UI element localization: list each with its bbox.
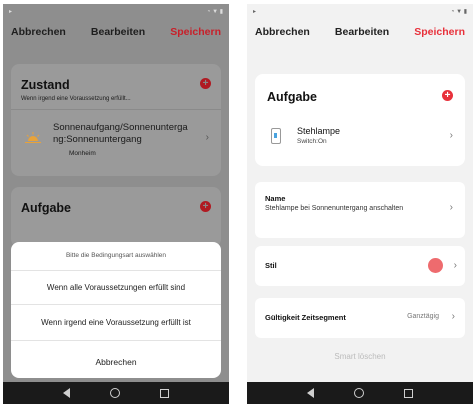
recent-apps-icon[interactable] bbox=[160, 388, 169, 398]
cancel-button[interactable]: Abbrechen bbox=[11, 26, 66, 38]
divider bbox=[11, 304, 221, 305]
divider bbox=[11, 109, 221, 110]
condition-text-line2[interactable]: ng:Sonnenuntergang bbox=[53, 134, 142, 145]
add-task-button[interactable]: + bbox=[442, 90, 453, 101]
chevron-right-icon[interactable]: › bbox=[450, 130, 453, 141]
status-bar: ▸ ◔ ▼ ▮ bbox=[3, 4, 229, 18]
status-icons: ◔ ▼ ▮ bbox=[450, 8, 467, 15]
delete-smart-button[interactable]: Smart löschen bbox=[247, 352, 473, 361]
task-card: Aufgabe + Stehlampe Switch:On › bbox=[255, 74, 465, 166]
chevron-right-icon[interactable]: › bbox=[454, 260, 457, 271]
sheet-title: Bitte die Bedingungsart auswählen bbox=[65, 252, 167, 259]
condition-title: Zustand bbox=[21, 78, 70, 92]
condition-type-sheet: Bitte die Bedingungsart auswählen Wenn a… bbox=[11, 242, 221, 378]
back-icon[interactable] bbox=[63, 388, 70, 398]
home-icon[interactable] bbox=[354, 388, 364, 398]
page-title: Bearbeiten bbox=[334, 26, 390, 38]
condition-text-line1[interactable]: Sonnenaufgang/Sonnenunterga bbox=[53, 122, 188, 133]
system-nav-bar bbox=[247, 382, 473, 404]
condition-type-selector[interactable]: Wenn irgend eine Voraussetzung erfüllt..… bbox=[21, 96, 131, 102]
task-title: Aufgabe bbox=[267, 90, 317, 104]
style-color-swatch[interactable] bbox=[428, 258, 443, 273]
style-row[interactable]: Stil › bbox=[255, 246, 465, 286]
name-label: Name bbox=[265, 194, 286, 203]
top-bar: Abbrechen Bearbeiten Speichern bbox=[247, 18, 473, 46]
top-bar: Abbrechen Bearbeiten Speichern bbox=[3, 18, 229, 46]
left-phone-screen: ▸ ◔ ▼ ▮ Abbrechen Bearbeiten Speichern Z… bbox=[3, 4, 229, 404]
name-value: Stehlampe bei Sonnenuntergang anschalten bbox=[265, 205, 404, 212]
recent-apps-icon[interactable] bbox=[404, 388, 413, 398]
option-any-condition[interactable]: Wenn irgend eine Voraussetzung erfüllt i… bbox=[11, 318, 221, 327]
task-card: Aufgabe + bbox=[11, 187, 221, 247]
lamp-icon bbox=[271, 128, 281, 144]
device-status: Switch:On bbox=[297, 138, 327, 145]
name-row[interactable]: Name Stehlampe bei Sonnenuntergang ansch… bbox=[255, 182, 465, 238]
divider bbox=[11, 340, 221, 341]
chevron-right-icon[interactable]: › bbox=[452, 311, 455, 322]
system-nav-bar bbox=[3, 382, 229, 404]
save-button[interactable]: Speichern bbox=[414, 26, 465, 38]
add-condition-button[interactable]: + bbox=[200, 78, 211, 89]
sunset-icon bbox=[25, 132, 41, 143]
divider bbox=[11, 270, 221, 271]
chevron-right-icon[interactable]: › bbox=[206, 132, 209, 143]
validity-row[interactable]: Gültigkeit Zeitsegment Ganztägig › bbox=[255, 298, 465, 338]
page-title: Bearbeiten bbox=[90, 26, 146, 38]
chevron-right-icon[interactable]: › bbox=[450, 202, 453, 213]
cancel-button[interactable]: Abbrechen bbox=[255, 26, 310, 38]
right-phone-screen: ▸ ◔ ▼ ▮ Abbrechen Bearbeiten Speichern A… bbox=[247, 4, 473, 404]
condition-card: Zustand + Wenn irgend eine Voraussetzung… bbox=[11, 64, 221, 176]
condition-location: Monheim bbox=[69, 150, 96, 157]
status-icons: ◔ ▼ ▮ bbox=[206, 8, 223, 15]
back-icon[interactable] bbox=[307, 388, 314, 398]
notification-icon: ▸ bbox=[253, 8, 257, 15]
task-title: Aufgabe bbox=[21, 201, 71, 215]
device-name[interactable]: Stehlampe bbox=[297, 126, 340, 136]
sheet-cancel-button[interactable]: Abbrechen bbox=[11, 357, 221, 367]
option-all-conditions[interactable]: Wenn alle Voraussetzungen erfüllt sind bbox=[11, 283, 221, 292]
save-button[interactable]: Speichern bbox=[170, 26, 221, 38]
validity-label: Gültigkeit Zeitsegment bbox=[265, 313, 346, 322]
notification-icon: ▸ bbox=[9, 8, 13, 15]
style-label: Stil bbox=[265, 261, 277, 270]
add-task-button[interactable]: + bbox=[200, 201, 211, 212]
validity-value: Ganztägig bbox=[407, 313, 439, 320]
home-icon[interactable] bbox=[110, 388, 120, 398]
status-bar: ▸ ◔ ▼ ▮ bbox=[247, 4, 473, 18]
